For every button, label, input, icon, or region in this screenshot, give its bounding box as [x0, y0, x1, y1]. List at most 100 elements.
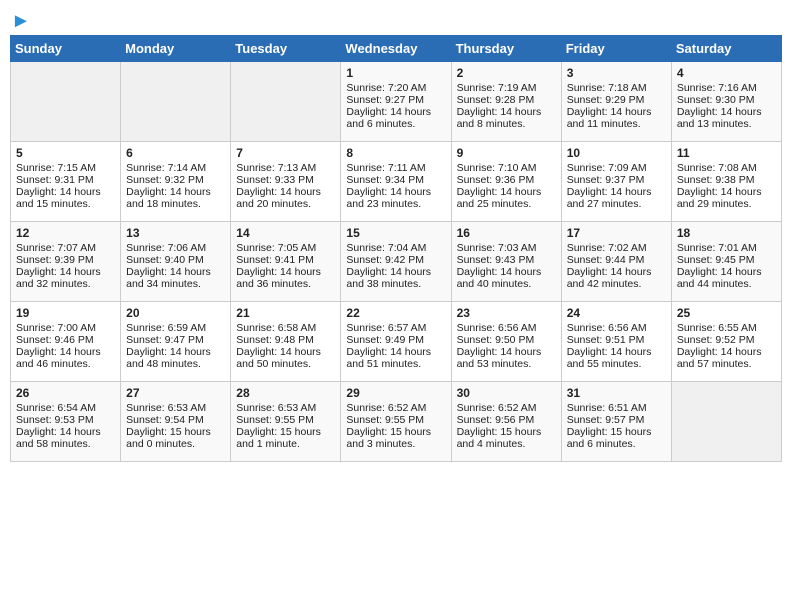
calendar-cell: 21Sunrise: 6:58 AMSunset: 9:48 PMDayligh… [231, 302, 341, 382]
sunset-text: Sunset: 9:38 PM [677, 174, 776, 186]
sunrise-text: Sunrise: 6:53 AM [126, 402, 225, 414]
sunset-text: Sunset: 9:51 PM [567, 334, 666, 346]
weekday-header-friday: Friday [561, 36, 671, 62]
sunrise-text: Sunrise: 7:01 AM [677, 242, 776, 254]
daylight-text: Daylight: 14 hours and 40 minutes. [457, 266, 556, 290]
sunset-text: Sunset: 9:28 PM [457, 94, 556, 106]
weekday-header-tuesday: Tuesday [231, 36, 341, 62]
logo: ► [10, 10, 31, 29]
calendar-cell [671, 382, 781, 462]
calendar-week-2: 5 Sunrise: 7:15 AMSunset: 9:31 PM Daylight… [11, 142, 782, 222]
daylight-text: Daylight: 14 hours and 34 minutes. [126, 266, 225, 290]
calendar-week-4: 19 Sunrise: 7:00 AMSunset: 9:46 PM Dayligh… [11, 302, 782, 382]
calendar-cell: 1Sunrise: 7:20 AMSunset: 9:27 PMDaylight… [341, 62, 451, 142]
day-number: 10 [567, 146, 666, 160]
day-number: 22 [346, 306, 445, 320]
day-number: 24 [567, 306, 666, 320]
sunset-text: Sunset: 9:31 PM [16, 174, 115, 186]
daylight-text: Daylight: 14 hours and 57 minutes. [677, 346, 776, 370]
sunrise-text: Sunrise: 6:57 AM [346, 322, 445, 334]
sunset-text: Sunset: 9:33 PM [236, 174, 335, 186]
sunset-text: Sunset: 9:53 PM [16, 414, 115, 426]
sunset-text: Sunset: 9:30 PM [677, 94, 776, 106]
calendar-cell [231, 62, 341, 142]
daylight-text: Daylight: 14 hours and 50 minutes. [236, 346, 335, 370]
sunrise-text: Sunrise: 7:00 AM [16, 322, 115, 334]
calendar-week-1: 1Sunrise: 7:20 AMSunset: 9:27 PMDaylight… [11, 62, 782, 142]
sunset-text: Sunset: 9:34 PM [346, 174, 445, 186]
day-number: 19 [16, 306, 115, 320]
sunset-text: Sunset: 9:54 PM [126, 414, 225, 426]
calendar-cell [11, 62, 121, 142]
daylight-text: Daylight: 14 hours and 13 minutes. [677, 106, 776, 130]
daylight-text: Daylight: 14 hours and 36 minutes. [236, 266, 335, 290]
day-number: 23 [457, 306, 556, 320]
calendar-table: SundayMondayTuesdayWednesdayThursdayFrid… [10, 35, 782, 462]
weekday-header-wednesday: Wednesday [341, 36, 451, 62]
sunset-text: Sunset: 9:36 PM [457, 174, 556, 186]
daylight-text: Daylight: 15 hours and 3 minutes. [346, 426, 445, 450]
daylight-text: Daylight: 14 hours and 48 minutes. [126, 346, 225, 370]
sunrise-text: Sunrise: 7:18 AM [567, 82, 666, 94]
calendar-cell: 26Sunrise: 6:54 AMSunset: 9:53 PMDayligh… [11, 382, 121, 462]
sunset-text: Sunset: 9:41 PM [236, 254, 335, 266]
daylight-text: Daylight: 14 hours and 53 minutes. [457, 346, 556, 370]
sunset-text: Sunset: 9:55 PM [236, 414, 335, 426]
sunrise-text: Sunrise: 6:58 AM [236, 322, 335, 334]
sunrise-text: Sunrise: 7:15 AM [16, 162, 115, 174]
daylight-text: Daylight: 15 hours and 4 minutes. [457, 426, 556, 450]
calendar-cell: 11Sunrise: 7:08 AMSunset: 9:38 PMDayligh… [671, 142, 781, 222]
daylight-text: Daylight: 14 hours and 51 minutes. [346, 346, 445, 370]
sunset-text: Sunset: 9:42 PM [346, 254, 445, 266]
day-number: 31 [567, 386, 666, 400]
calendar-cell: 2Sunrise: 7:19 AMSunset: 9:28 PMDaylight… [451, 62, 561, 142]
calendar-cell: 28Sunrise: 6:53 AMSunset: 9:55 PMDayligh… [231, 382, 341, 462]
calendar-cell [121, 62, 231, 142]
sunset-text: Sunset: 9:29 PM [567, 94, 666, 106]
calendar-cell: 4Sunrise: 7:16 AMSunset: 9:30 PMDaylight… [671, 62, 781, 142]
day-number: 14 [236, 226, 335, 240]
weekday-header-saturday: Saturday [671, 36, 781, 62]
sunset-text: Sunset: 9:40 PM [126, 254, 225, 266]
daylight-text: Daylight: 14 hours and 29 minutes. [677, 186, 776, 210]
logo-arrow-icon: ► [11, 10, 31, 33]
calendar-cell: 30Sunrise: 6:52 AMSunset: 9:56 PMDayligh… [451, 382, 561, 462]
sunrise-text: Sunrise: 7:02 AM [567, 242, 666, 254]
day-number: 27 [126, 386, 225, 400]
sunrise-text: Sunrise: 7:07 AM [16, 242, 115, 254]
sunrise-text: Sunrise: 6:51 AM [567, 402, 666, 414]
day-number: 29 [346, 386, 445, 400]
sunrise-text: Sunrise: 6:59 AM [126, 322, 225, 334]
day-number: 28 [236, 386, 335, 400]
sunrise-text: Sunrise: 6:54 AM [16, 402, 115, 414]
calendar-cell: 15Sunrise: 7:04 AMSunset: 9:42 PMDayligh… [341, 222, 451, 302]
calendar-week-5: 26Sunrise: 6:54 AMSunset: 9:53 PMDayligh… [11, 382, 782, 462]
calendar-cell: 10Sunrise: 7:09 AMSunset: 9:37 PMDayligh… [561, 142, 671, 222]
sunrise-text: Sunrise: 6:55 AM [677, 322, 776, 334]
day-number: 1 [346, 66, 445, 80]
day-number: 25 [677, 306, 776, 320]
day-number: 16 [457, 226, 556, 240]
sunrise-text: Sunrise: 7:19 AM [457, 82, 556, 94]
day-number: 11 [677, 146, 776, 160]
calendar-header: SundayMondayTuesdayWednesdayThursdayFrid… [11, 36, 782, 62]
sunrise-text: Sunrise: 7:10 AM [457, 162, 556, 174]
calendar-cell: 31Sunrise: 6:51 AMSunset: 9:57 PMDayligh… [561, 382, 671, 462]
daylight-text: Daylight: 14 hours and 11 minutes. [567, 106, 666, 130]
day-number: 21 [236, 306, 335, 320]
sunset-text: Sunset: 9:47 PM [126, 334, 225, 346]
calendar-cell: 17Sunrise: 7:02 AMSunset: 9:44 PMDayligh… [561, 222, 671, 302]
daylight-text: Daylight: 14 hours and 27 minutes. [567, 186, 666, 210]
sunrise-text: Sunrise: 7:14 AM [126, 162, 225, 174]
calendar-cell: 24Sunrise: 6:56 AMSunset: 9:51 PMDayligh… [561, 302, 671, 382]
sunset-text: Sunset: 9:43 PM [457, 254, 556, 266]
calendar-cell: 9Sunrise: 7:10 AMSunset: 9:36 PMDaylight… [451, 142, 561, 222]
day-number: 5 [16, 146, 115, 160]
day-number: 4 [677, 66, 776, 80]
sunrise-text: Sunrise: 7:04 AM [346, 242, 445, 254]
sunset-text: Sunset: 9:39 PM [16, 254, 115, 266]
sunset-text: Sunset: 9:46 PM [16, 334, 115, 346]
page-header: ► [10, 10, 782, 29]
day-number: 20 [126, 306, 225, 320]
sunset-text: Sunset: 9:57 PM [567, 414, 666, 426]
